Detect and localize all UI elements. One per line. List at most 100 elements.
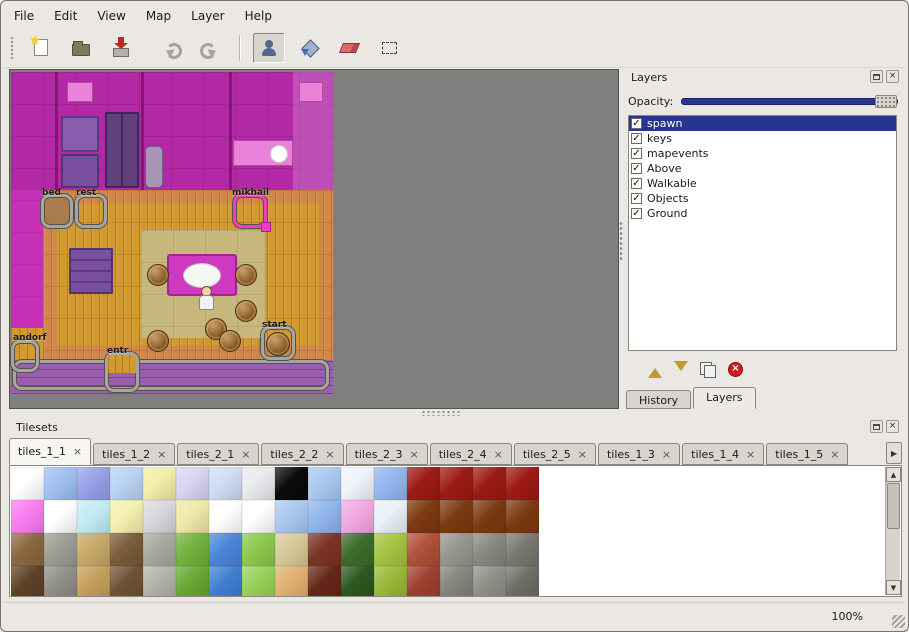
tileset-tab-tiles_2_3[interactable]: tiles_2_3× xyxy=(346,443,428,465)
layer-visibility-checkbox[interactable]: ✓ xyxy=(631,163,642,174)
tileset-tile[interactable] xyxy=(341,566,374,597)
menu-map[interactable]: Map xyxy=(136,5,181,27)
eraser-button[interactable] xyxy=(333,33,365,63)
layer-visibility-checkbox[interactable]: ✓ xyxy=(631,208,642,219)
tileset-tile[interactable] xyxy=(242,500,275,533)
tileset-tab-tiles_2_1[interactable]: tiles_2_1× xyxy=(177,443,259,465)
layer-row-Above[interactable]: ✓Above xyxy=(629,161,896,176)
tab-scroll-right-button[interactable]: ▶ xyxy=(886,442,902,464)
map-canvas[interactable]: bed rest mikhail start andorf entr xyxy=(9,69,619,409)
tileset-tab-tiles_2_5[interactable]: tiles_2_5× xyxy=(514,443,596,465)
tab-close-icon[interactable]: × xyxy=(73,446,82,457)
tileset-tile[interactable] xyxy=(440,566,473,597)
tab-close-icon[interactable]: × xyxy=(830,449,839,460)
tileset-tile[interactable] xyxy=(341,533,374,566)
close-panel-button[interactable]: × xyxy=(886,70,899,83)
tileset-tab-tiles_1_2[interactable]: tiles_1_2× xyxy=(93,443,175,465)
tileset-tile[interactable] xyxy=(77,533,110,566)
layer-row-spawn[interactable]: ✓spawn xyxy=(629,116,896,131)
tab-close-icon[interactable]: × xyxy=(746,449,755,460)
tileset-tile[interactable] xyxy=(506,467,539,500)
tileset-tile[interactable] xyxy=(110,533,143,566)
tileset-tile[interactable] xyxy=(44,566,77,597)
tileset-tab-tiles_2_4[interactable]: tiles_2_4× xyxy=(430,443,512,465)
scroll-up-button[interactable]: ▲ xyxy=(886,467,901,482)
tileset-tile[interactable] xyxy=(143,467,176,500)
layer-visibility-checkbox[interactable]: ✓ xyxy=(631,133,642,144)
map-object-start[interactable] xyxy=(261,326,295,360)
tileset-tile[interactable] xyxy=(440,500,473,533)
tileset-tile[interactable] xyxy=(407,566,440,597)
raise-layer-button[interactable] xyxy=(648,361,662,378)
tileset-tile[interactable] xyxy=(176,566,209,597)
tileset-tile[interactable] xyxy=(275,566,308,597)
tileset-view[interactable]: ▲ ▼ xyxy=(9,465,902,597)
tileset-tile[interactable] xyxy=(44,533,77,566)
tileset-tile[interactable] xyxy=(143,533,176,566)
tab-layers[interactable]: Layers xyxy=(693,387,755,409)
tileset-tile[interactable] xyxy=(11,533,44,566)
tileset-tile[interactable] xyxy=(209,467,242,500)
layer-row-Walkable[interactable]: ✓Walkable xyxy=(629,176,896,191)
map-object-mikhail[interactable] xyxy=(233,194,267,228)
opacity-slider[interactable] xyxy=(681,92,898,110)
tileset-tab-tiles_1_3[interactable]: tiles_1_3× xyxy=(598,443,680,465)
map-object-bed[interactable] xyxy=(41,194,73,228)
duplicate-layer-button[interactable] xyxy=(700,362,716,376)
save-file-button[interactable] xyxy=(105,33,137,63)
tileset-tile[interactable] xyxy=(308,500,341,533)
layer-visibility-checkbox[interactable]: ✓ xyxy=(631,118,642,129)
tileset-tile[interactable] xyxy=(341,500,374,533)
tileset-tile[interactable] xyxy=(176,500,209,533)
tileset-tile[interactable] xyxy=(506,533,539,566)
tileset-tile[interactable] xyxy=(473,467,506,500)
layer-row-Ground[interactable]: ✓Ground xyxy=(629,206,896,221)
map-object-andorf[interactable] xyxy=(11,340,39,372)
tileset-tile[interactable] xyxy=(11,467,44,500)
tileset-tile[interactable] xyxy=(110,566,143,597)
menu-file[interactable]: File xyxy=(4,5,44,27)
stamp-tool-button[interactable] xyxy=(253,33,285,63)
tileset-tile[interactable] xyxy=(242,467,275,500)
tileset-tile[interactable] xyxy=(506,500,539,533)
tileset-tile[interactable] xyxy=(473,566,506,597)
tab-close-icon[interactable]: × xyxy=(578,449,587,460)
resize-grip[interactable] xyxy=(892,615,905,628)
open-file-button[interactable] xyxy=(65,33,97,63)
map[interactable]: bed rest mikhail start andorf entr xyxy=(11,72,333,394)
tileset-tile[interactable] xyxy=(275,533,308,566)
tileset-tile[interactable] xyxy=(209,500,242,533)
map-object-corridor[interactable] xyxy=(13,360,329,390)
lower-layer-button[interactable] xyxy=(674,361,688,378)
new-file-button[interactable] xyxy=(25,33,57,63)
opacity-slider-handle[interactable] xyxy=(875,95,897,108)
tileset-tile[interactable] xyxy=(407,533,440,566)
menu-layer[interactable]: Layer xyxy=(181,5,234,27)
tileset-tile[interactable] xyxy=(77,566,110,597)
redo-button[interactable] xyxy=(195,33,227,63)
tileset-tile[interactable] xyxy=(209,566,242,597)
tileset-tile[interactable] xyxy=(110,467,143,500)
tileset-scrollbar[interactable]: ▲ ▼ xyxy=(885,467,900,595)
layer-visibility-checkbox[interactable]: ✓ xyxy=(631,193,642,204)
tileset-tile[interactable] xyxy=(308,467,341,500)
menu-edit[interactable]: Edit xyxy=(44,5,87,27)
tileset-tile[interactable] xyxy=(473,500,506,533)
map-object-entr[interactable] xyxy=(105,352,139,392)
tileset-tile[interactable] xyxy=(506,566,539,597)
tileset-tile[interactable] xyxy=(110,500,143,533)
tileset-tile[interactable] xyxy=(374,500,407,533)
toolbar-drag-handle[interactable] xyxy=(10,36,15,60)
layer-visibility-checkbox[interactable]: ✓ xyxy=(631,148,642,159)
tileset-tile[interactable] xyxy=(209,533,242,566)
layer-row-mapevents[interactable]: ✓mapevents xyxy=(629,146,896,161)
layer-row-Objects[interactable]: ✓Objects xyxy=(629,191,896,206)
tileset-tile[interactable] xyxy=(176,467,209,500)
float-panel-button[interactable] xyxy=(870,420,883,433)
tileset-tile[interactable] xyxy=(11,500,44,533)
tileset-tile[interactable] xyxy=(407,467,440,500)
tileset-tile[interactable] xyxy=(275,500,308,533)
tileset-tile[interactable] xyxy=(242,566,275,597)
layer-row-keys[interactable]: ✓keys xyxy=(629,131,896,146)
undo-button[interactable] xyxy=(155,33,187,63)
